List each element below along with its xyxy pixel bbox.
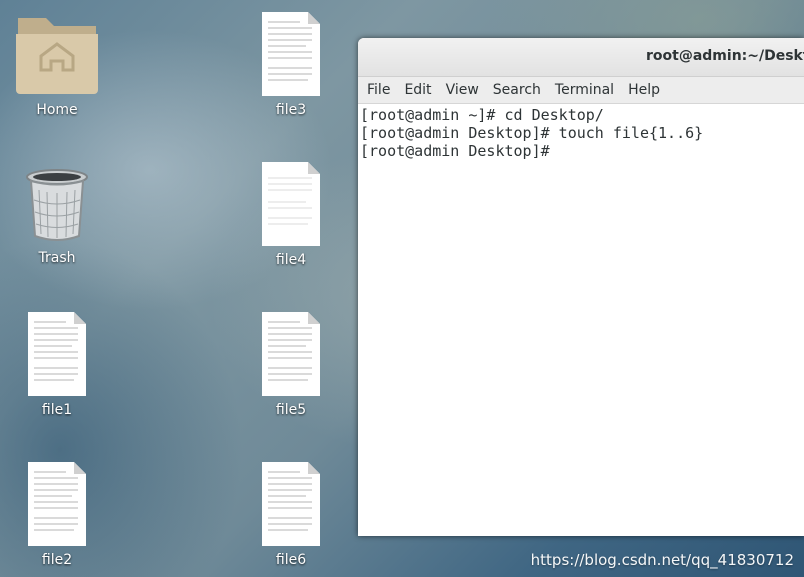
desktop-icon-file4[interactable]: file4 [236, 162, 346, 268]
file3-label: file3 [275, 102, 307, 118]
text-document-icon [262, 162, 320, 246]
menu-terminal[interactable]: Terminal [548, 82, 621, 98]
terminal-prompt-line: [root@admin Desktop]# [360, 142, 802, 160]
terminal-window[interactable]: root@admin:~/Desktop File Edit View Sear… [358, 38, 804, 536]
file5-label: file5 [275, 402, 307, 418]
trash-icon [26, 169, 88, 241]
menu-file[interactable]: File [360, 82, 397, 98]
desktop-icon-trash[interactable]: Trash [2, 168, 112, 266]
file2-label: file2 [41, 552, 73, 568]
desktop-icon-file3[interactable]: file3 [236, 12, 346, 118]
text-document-icon [262, 462, 320, 546]
terminal-line: [root@admin ~]# cd Desktop/ [360, 106, 604, 124]
desktop-icon-file2[interactable]: file2 [2, 462, 112, 568]
file4-label: file4 [275, 252, 307, 268]
menu-bar: File Edit View Search Terminal Help [358, 77, 804, 104]
menu-help[interactable]: Help [621, 82, 667, 98]
window-title: root@admin:~/Desktop [646, 48, 804, 64]
text-document-icon [262, 312, 320, 396]
desktop-icon-file6[interactable]: file6 [236, 462, 346, 568]
terminal-line: [root@admin Desktop]# touch file{1..6} [360, 124, 704, 142]
desktop-icon-file1[interactable]: file1 [2, 312, 112, 418]
text-document-icon [28, 462, 86, 546]
home-label: Home [36, 102, 78, 118]
menu-edit[interactable]: Edit [397, 82, 438, 98]
watermark-url: https://blog.csdn.net/qq_41830712 [530, 551, 794, 569]
menu-view[interactable]: View [439, 82, 486, 98]
terminal-prompt: [root@admin Desktop]# [360, 142, 550, 160]
text-document-icon [28, 312, 86, 396]
trash-label: Trash [38, 250, 76, 266]
desktop-icon-home[interactable]: Home [2, 12, 112, 118]
text-document-icon [262, 12, 320, 96]
file6-label: file6 [275, 552, 307, 568]
home-folder-icon [16, 18, 98, 94]
file1-label: file1 [41, 402, 73, 418]
terminal-titlebar[interactable]: root@admin:~/Desktop [358, 38, 804, 77]
menu-search[interactable]: Search [486, 82, 548, 98]
desktop-icon-file5[interactable]: file5 [236, 312, 346, 418]
terminal-output[interactable]: [root@admin ~]# cd Desktop/ [root@admin … [358, 104, 804, 162]
